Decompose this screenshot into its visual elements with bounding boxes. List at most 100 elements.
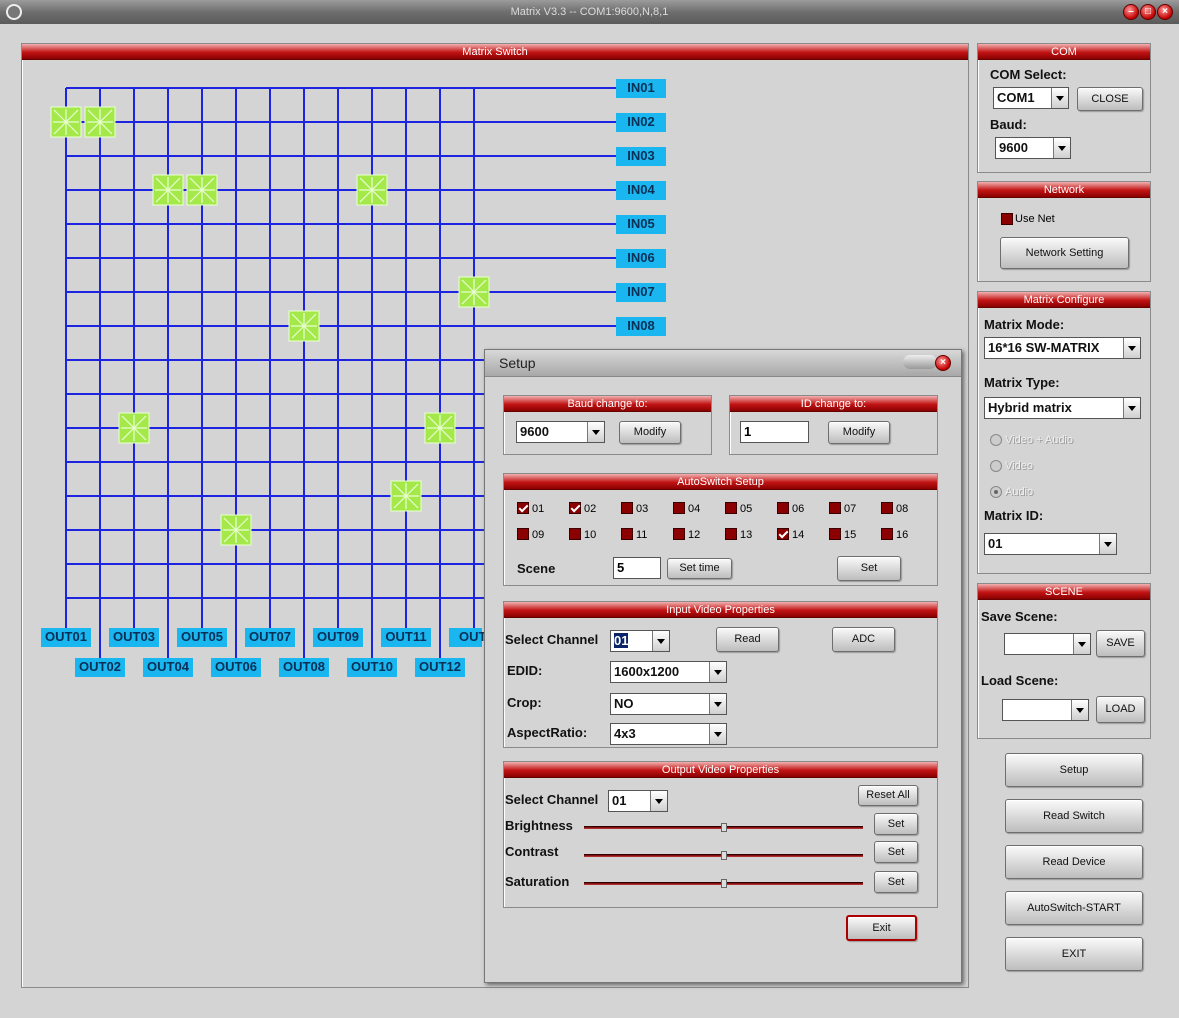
- matrix-connection-node[interactable]: [424, 412, 456, 444]
- matrix-id-select[interactable]: 01: [984, 533, 1117, 555]
- setup-button[interactable]: Setup: [1005, 753, 1143, 787]
- saturation-slider[interactable]: [584, 879, 863, 888]
- adc-button[interactable]: ADC: [832, 627, 895, 652]
- scene-input[interactable]: 5: [613, 557, 661, 579]
- baud-select[interactable]: 9600: [995, 137, 1071, 159]
- dialog-close-icon[interactable]: ×: [935, 355, 951, 371]
- chevron-down-icon[interactable]: [709, 694, 726, 714]
- set-time-button[interactable]: Set time: [667, 558, 732, 579]
- matrix-type-select[interactable]: Hybrid matrix: [984, 397, 1141, 419]
- matrix-mode-select[interactable]: 16*16 SW-MATRIX: [984, 337, 1141, 359]
- id-change-panel: ID change to: 1 Modify: [729, 395, 938, 455]
- autoswitch-channel-checkbox[interactable]: [725, 502, 737, 514]
- matrix-connection-node[interactable]: [186, 174, 218, 206]
- autoswitch-channel-checkbox[interactable]: [569, 502, 581, 514]
- matrix-connection-node[interactable]: [84, 106, 116, 138]
- contrast-slider[interactable]: [584, 851, 863, 860]
- saturation-set-button[interactable]: Set: [874, 871, 918, 893]
- autoswitch-channel-checkbox[interactable]: [517, 528, 529, 540]
- autoswitch-channel-checkbox[interactable]: [829, 528, 841, 540]
- chevron-down-icon[interactable]: [709, 724, 726, 744]
- autoswitch-channel-checkbox[interactable]: [673, 528, 685, 540]
- matrix-connection-node[interactable]: [390, 480, 422, 512]
- radio-video-label: Video: [1005, 460, 1033, 472]
- crop-select[interactable]: NO: [610, 693, 727, 715]
- brightness-set-button[interactable]: Set: [874, 813, 918, 835]
- saturation-slider-thumb[interactable]: [720, 879, 727, 888]
- matrix-connection-node[interactable]: [152, 174, 184, 206]
- id-change-input[interactable]: 1: [740, 421, 809, 443]
- matrix-connection-node[interactable]: [288, 310, 320, 342]
- chevron-down-icon[interactable]: [1071, 700, 1088, 720]
- chevron-down-icon[interactable]: [1073, 634, 1090, 654]
- exit-button[interactable]: EXIT: [1005, 937, 1143, 971]
- input-channel-select[interactable]: 01: [610, 630, 670, 652]
- network-setting-button[interactable]: Network Setting: [1000, 237, 1129, 269]
- output-channel-select[interactable]: 01: [608, 790, 668, 812]
- read-switch-button[interactable]: Read Switch: [1005, 799, 1143, 833]
- autoswitch-channel-checkbox[interactable]: [777, 502, 789, 514]
- autoswitch-channel-checkbox[interactable]: [569, 528, 581, 540]
- output-label: OUT12: [415, 658, 465, 677]
- output-video-header: Output Video Properties: [504, 762, 937, 778]
- radio-video[interactable]: [990, 460, 1002, 472]
- contrast-set-button[interactable]: Set: [874, 841, 918, 863]
- matrix-connection-node[interactable]: [356, 174, 388, 206]
- id-modify-button[interactable]: Modify: [828, 421, 890, 444]
- aspect-ratio-select[interactable]: 4x3: [610, 723, 727, 745]
- brightness-slider-thumb[interactable]: [720, 823, 727, 832]
- autoswitch-start-button[interactable]: AutoSwitch-START: [1005, 891, 1143, 925]
- baud-modify-button[interactable]: Modify: [619, 421, 681, 444]
- read-button[interactable]: Read: [716, 627, 779, 652]
- autoswitch-channel-label: 07: [844, 503, 857, 515]
- reset-all-button[interactable]: Reset All: [858, 785, 918, 806]
- autoswitch-channel-checkbox[interactable]: [829, 502, 841, 514]
- load-scene-button[interactable]: LOAD: [1096, 696, 1145, 723]
- autoswitch-channel-checkbox[interactable]: [517, 502, 529, 514]
- save-scene-select[interactable]: [1004, 633, 1091, 655]
- autoswitch-channel-checkbox[interactable]: [725, 528, 737, 540]
- chevron-down-icon[interactable]: [1053, 138, 1070, 158]
- autoswitch-channel-checkbox[interactable]: [881, 528, 893, 540]
- chevron-down-icon[interactable]: [650, 791, 667, 811]
- autoswitch-set-button[interactable]: Set: [837, 556, 901, 581]
- autoswitch-channel-checkbox[interactable]: [777, 528, 789, 540]
- autoswitch-channel-checkbox[interactable]: [621, 528, 633, 540]
- setup-dialog-titlebar[interactable]: Setup ×: [485, 350, 961, 377]
- close-button[interactable]: CLOSE: [1077, 87, 1143, 111]
- chevron-down-icon[interactable]: [709, 662, 726, 682]
- matrix-connection-node[interactable]: [220, 514, 252, 546]
- contrast-slider-thumb[interactable]: [720, 851, 727, 860]
- matrix-connection-node[interactable]: [118, 412, 150, 444]
- radio-video-audio[interactable]: [990, 434, 1002, 446]
- dialog-exit-button[interactable]: Exit: [846, 915, 917, 941]
- chevron-down-icon[interactable]: [652, 631, 669, 651]
- matrix-connection-node[interactable]: [458, 276, 490, 308]
- save-scene-button[interactable]: SAVE: [1096, 630, 1145, 657]
- baud-change-select[interactable]: 9600: [516, 421, 605, 443]
- read-device-button[interactable]: Read Device: [1005, 845, 1143, 879]
- crop-label: Crop:: [507, 695, 542, 710]
- autoswitch-channel-label: 05: [740, 503, 753, 515]
- com-select[interactable]: COM1: [993, 87, 1069, 109]
- autoswitch-channel-checkbox[interactable]: [621, 502, 633, 514]
- brightness-slider[interactable]: [584, 823, 863, 832]
- matrix-mode-label: Matrix Mode:: [984, 317, 1065, 332]
- chevron-down-icon[interactable]: [1051, 88, 1068, 108]
- chevron-down-icon[interactable]: [1099, 534, 1116, 554]
- input-label: IN03: [616, 147, 666, 166]
- autoswitch-channel-label: 03: [636, 503, 649, 515]
- input-label: IN02: [616, 113, 666, 132]
- autoswitch-channel-checkbox[interactable]: [881, 502, 893, 514]
- radio-audio[interactable]: [990, 486, 1002, 498]
- chevron-down-icon[interactable]: [587, 422, 604, 442]
- matrix-connection-node[interactable]: [50, 106, 82, 138]
- output-label: OUT04: [143, 658, 193, 677]
- input-label: IN07: [616, 283, 666, 302]
- autoswitch-channel-checkbox[interactable]: [673, 502, 685, 514]
- edid-select[interactable]: 1600x1200: [610, 661, 727, 683]
- use-net-checkbox[interactable]: [1001, 213, 1013, 225]
- load-scene-select[interactable]: [1002, 699, 1089, 721]
- chevron-down-icon[interactable]: [1123, 338, 1140, 358]
- chevron-down-icon[interactable]: [1123, 398, 1140, 418]
